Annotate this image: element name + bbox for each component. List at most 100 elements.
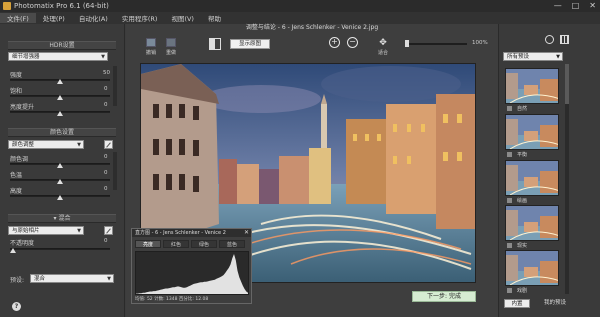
preset-label: 平衡 xyxy=(517,152,528,158)
maximize-icon[interactable]: □ xyxy=(572,1,580,10)
preset-thumbnail-image xyxy=(506,161,558,195)
height-value: 0 xyxy=(104,186,108,192)
menu-utilities[interactable]: 实用程序(R) xyxy=(115,13,165,23)
chevron-down-icon: ▼ xyxy=(556,54,560,60)
brightness-label: 亮度提升 xyxy=(10,104,35,111)
histogram-stats: 均值: 52 计数: 1348 百分比: 12.08 xyxy=(135,297,209,302)
show-original-button[interactable]: 显示原图 xyxy=(230,39,270,49)
histogram-title: 直方图 - 6 - Jens Schlenker - Venice 2 xyxy=(132,229,251,237)
close-icon[interactable]: ✕ xyxy=(244,229,249,236)
color-mode-select[interactable]: 颜色调整 ▼ xyxy=(8,140,84,149)
method-select[interactable]: 细节增强器 ▼ xyxy=(8,52,108,61)
menu-help[interactable]: 帮助 xyxy=(201,13,228,23)
tint-label: 颜色调 xyxy=(10,156,29,163)
method-value: 细节增强器 xyxy=(12,54,40,60)
preset-label: 戏剧 xyxy=(517,288,528,294)
tab-my-presets[interactable]: 我的预设 xyxy=(540,299,570,308)
scroll-thumb[interactable] xyxy=(565,64,569,104)
strength-slider-handle[interactable] xyxy=(57,79,63,84)
presets-scrollbar[interactable] xyxy=(565,64,569,294)
menu-process[interactable]: 处理(P) xyxy=(36,13,72,23)
color-settings-header[interactable]: 颜色设置 xyxy=(8,128,116,137)
menu-automate[interactable]: 自动化(A) xyxy=(72,13,115,23)
brightness-value: 0 xyxy=(104,102,108,108)
blend-header-label: 混合 xyxy=(58,215,71,222)
preset-label: 自然 xyxy=(517,106,528,112)
tab-red[interactable]: 红色 xyxy=(163,240,189,248)
chevron-down-icon: ▼ xyxy=(77,142,81,148)
minimize-icon[interactable]: — xyxy=(554,1,562,10)
tab-builtin-presets[interactable]: 内置 xyxy=(504,299,530,308)
preset-label: 绘画 xyxy=(517,198,528,204)
opacity-slider[interactable] xyxy=(10,248,110,250)
zoom-in-icon[interactable]: + xyxy=(329,37,340,48)
tint-slider-handle[interactable] xyxy=(57,163,63,168)
favorite-star-icon[interactable] xyxy=(507,106,512,111)
adjustments-panel: HDR设置 细节增强器 ▼ 强度 50 饱和 0 亮度提升 0 颜色设置 颜色调整… xyxy=(0,24,125,317)
tab-blue[interactable]: 蓝色 xyxy=(219,240,245,248)
favorite-star-icon[interactable] xyxy=(507,198,512,203)
blend-mode-select[interactable]: 与原始相片 ▼ xyxy=(8,226,84,235)
blend-header[interactable]: ▾ 混合 xyxy=(8,214,116,223)
zoom-slider-handle[interactable] xyxy=(405,40,409,47)
redo-icon[interactable] xyxy=(166,38,176,47)
preset-thumbnail[interactable] xyxy=(505,114,559,150)
fit-label: 适合 xyxy=(377,50,388,56)
undo-label: 撤销 xyxy=(145,50,156,56)
chevron-down-icon: ▼ xyxy=(107,276,111,282)
opacity-value: 0 xyxy=(104,238,108,244)
app-window: Photomatix Pro 6.1 (64-bit) — □ ✕ 文件(F) … xyxy=(0,0,600,317)
close-icon[interactable]: ✕ xyxy=(589,1,596,10)
compare-icon[interactable] xyxy=(209,38,221,50)
hdr-settings-header[interactable]: HDR设置 xyxy=(8,41,116,50)
temperature-label: 色温 xyxy=(10,172,23,179)
menu-view[interactable]: 视图(V) xyxy=(164,13,201,23)
height-label: 高度 xyxy=(10,188,23,195)
tint-value: 0 xyxy=(104,154,108,160)
histogram-window[interactable]: 直方图 - 6 - Jens Schlenker - Venice 2 ✕ 亮度… xyxy=(131,228,252,304)
color-scrollbar[interactable] xyxy=(113,152,117,190)
grid-view-icon[interactable] xyxy=(560,35,569,44)
saturation-slider-handle[interactable] xyxy=(57,95,63,100)
color-mode-value: 颜色调整 xyxy=(12,142,35,148)
zoom-slider[interactable] xyxy=(405,43,467,45)
preset-label: 预设: xyxy=(10,277,25,284)
favorite-star-icon[interactable] xyxy=(507,243,512,248)
favorite-star-icon[interactable] xyxy=(507,152,512,157)
fit-to-window-icon[interactable]: ✥ xyxy=(378,38,388,48)
histogram-area xyxy=(136,254,248,294)
strength-value: 50 xyxy=(103,70,110,76)
zoom-out-icon[interactable]: − xyxy=(347,37,358,48)
title-bar: Photomatix Pro 6.1 (64-bit) xyxy=(0,0,600,12)
favorite-star-icon[interactable] xyxy=(507,288,512,293)
tab-green[interactable]: 绿色 xyxy=(191,240,217,248)
preset-thumbnail[interactable] xyxy=(505,68,559,104)
tab-luminance[interactable]: 亮度 xyxy=(135,240,161,248)
preset-select[interactable]: 混合 ▼ xyxy=(30,274,114,283)
next-finish-button[interactable]: 下一步: 完成 xyxy=(412,291,476,302)
undo-icon[interactable] xyxy=(146,38,156,47)
blend-picker-icon[interactable] xyxy=(104,226,113,235)
settings-icon[interactable] xyxy=(545,35,554,44)
saturation-value: 0 xyxy=(104,86,108,92)
viewer-title: 调整与结论 - 6 - Jens Schlenker - Venice 2.jp… xyxy=(245,24,379,31)
settings-scrollbar[interactable] xyxy=(113,66,117,106)
window-title: Photomatix Pro 6.1 (64-bit) xyxy=(14,2,109,10)
strength-label: 强度 xyxy=(10,72,23,79)
help-icon[interactable]: ? xyxy=(12,302,21,311)
temperature-slider-handle[interactable] xyxy=(57,179,63,184)
saturation-label: 饱和 xyxy=(10,88,23,95)
brightness-slider-handle[interactable] xyxy=(57,111,63,116)
preset-thumbnail[interactable] xyxy=(505,205,559,241)
preset-thumbnail[interactable] xyxy=(505,160,559,196)
menu-file[interactable]: 文件(F) xyxy=(0,13,36,23)
opacity-slider-handle[interactable] xyxy=(10,248,16,253)
preset-thumbnail[interactable] xyxy=(505,250,559,286)
preset-thumbnail-image xyxy=(506,115,558,149)
preset-category-value: 所有预设 xyxy=(507,54,530,60)
histogram-tabs: 亮度 红色 绿色 蓝色 xyxy=(135,240,245,248)
preset-category-select[interactable]: 所有预设 ▼ xyxy=(503,52,563,61)
color-picker-icon[interactable] xyxy=(104,140,113,149)
height-slider-handle[interactable] xyxy=(57,195,63,200)
blend-mode-value: 与原始相片 xyxy=(12,228,40,234)
